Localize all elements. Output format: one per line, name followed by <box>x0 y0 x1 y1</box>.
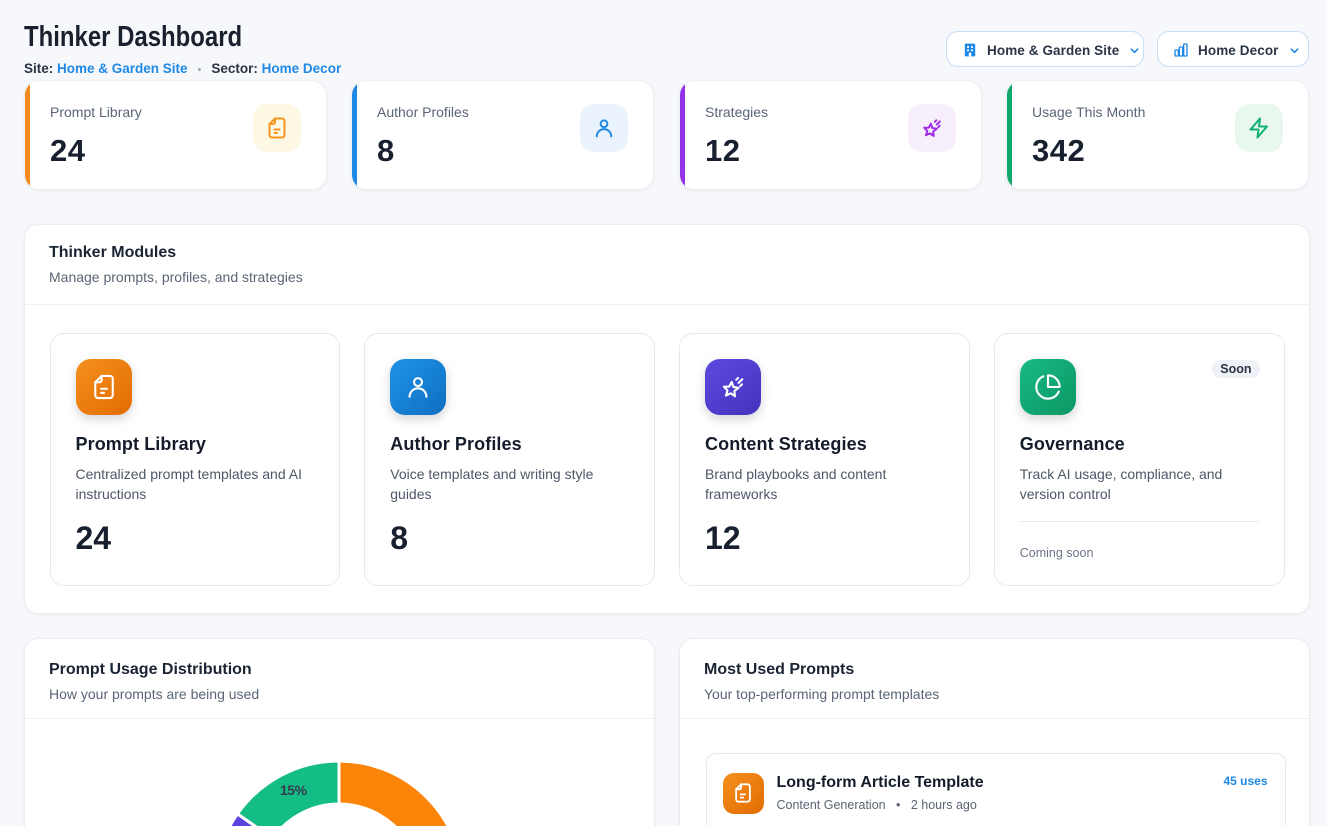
svg-text:15%: 15% <box>280 782 308 798</box>
